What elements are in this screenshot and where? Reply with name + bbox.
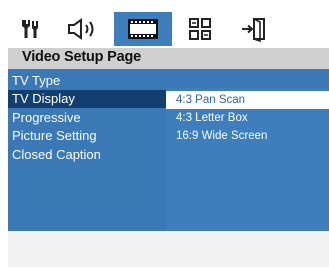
menu-item-label: Closed Caption — [12, 147, 101, 162]
page-title-bar: Video Setup Page — [8, 48, 329, 69]
menu-item-tv-display[interactable]: TV Display — [8, 90, 166, 108]
option-4-3-letter-box[interactable]: 4:3 Letter Box — [166, 109, 329, 127]
page-title: Video Setup Page — [22, 49, 142, 65]
option-4-3-pan-scan[interactable]: 4:3 Pan Scan — [166, 91, 329, 109]
menu-item-progressive[interactable]: Progressive — [8, 109, 166, 127]
option-label: 4:3 Pan Scan — [176, 94, 246, 106]
menu-item-label: TV Display — [12, 91, 75, 106]
menu-item-closed-caption[interactable]: Closed Caption — [8, 146, 166, 164]
tab-video-setup[interactable] — [114, 12, 172, 46]
exit-setup-icon — [242, 17, 265, 42]
menu-item-label: Progressive — [12, 110, 81, 125]
tab-exit-setup[interactable] — [228, 12, 280, 46]
menu-item-label: TV Type — [12, 73, 61, 88]
options-panel-header — [166, 69, 329, 88]
tab-general-setup[interactable] — [8, 12, 52, 46]
preference-setup-icon — [189, 18, 211, 40]
setup-menu: TV Type TV Display Progressive Picture S… — [8, 69, 166, 231]
option-label: 4:3 Letter Box — [176, 112, 248, 124]
video-setup-icon — [128, 19, 158, 39]
option-label: 16:9 Wide Screen — [176, 130, 268, 142]
options-panel: 4:3 Pan Scan 4:3 Letter Box 16:9 Wide Sc… — [166, 69, 329, 231]
option-16-9-wide-screen[interactable]: 16:9 Wide Screen — [166, 127, 329, 145]
audio-setup-icon — [68, 18, 94, 40]
status-bar — [8, 231, 329, 267]
tab-audio-setup[interactable] — [54, 12, 112, 46]
menu-item-label: Picture Setting — [12, 128, 97, 143]
general-setup-icon — [22, 20, 38, 38]
menu-item-tv-type[interactable]: TV Type — [8, 72, 166, 90]
menu-item-picture-setting[interactable]: Picture Setting — [8, 127, 166, 145]
dvd-setup-screen: Video Setup Page TV Type TV Display Prog… — [0, 0, 329, 267]
tab-preference-setup[interactable] — [174, 12, 226, 46]
setup-tab-bar — [8, 12, 329, 46]
